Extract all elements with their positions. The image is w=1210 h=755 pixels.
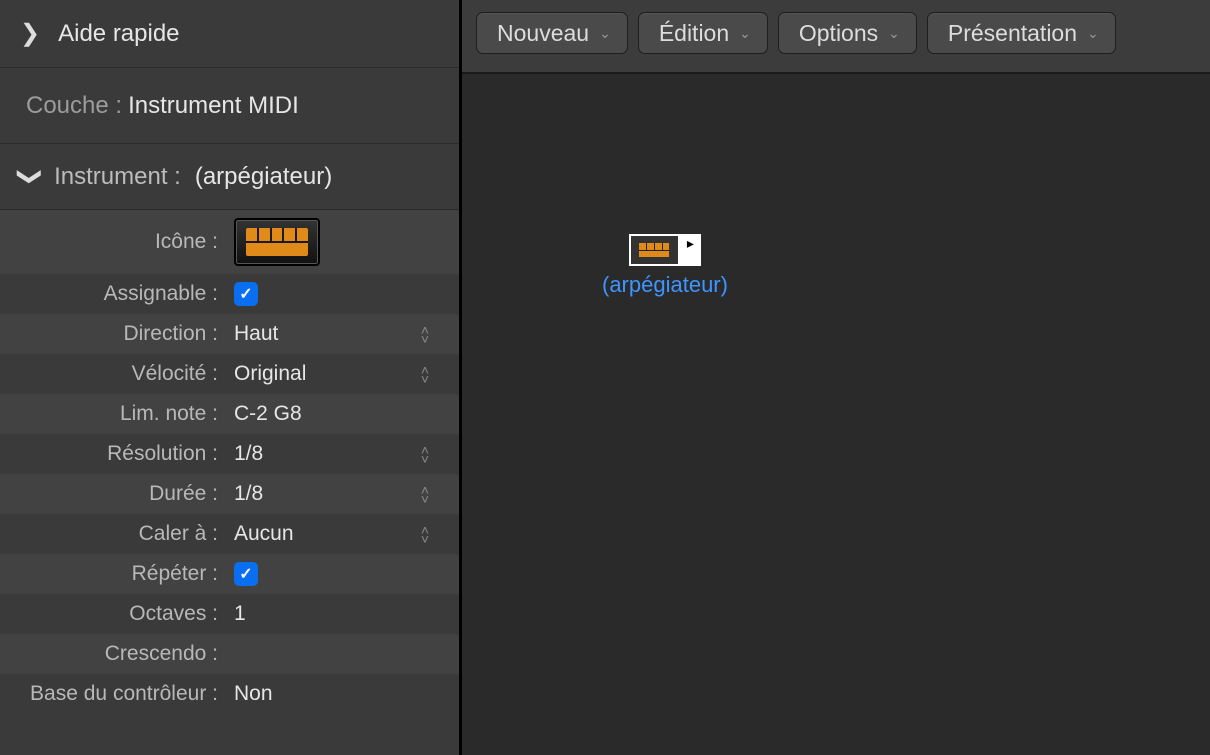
prop-icon-row: Icône : bbox=[0, 210, 459, 274]
environment-canvas[interactable]: ▸ (arpégiateur) bbox=[462, 74, 1210, 755]
prop-velocity-value[interactable]: Original ˄˅ bbox=[226, 354, 459, 394]
prop-assignable-label: Assignable : bbox=[0, 282, 226, 306]
chevron-down-icon: ⌄ bbox=[1087, 25, 1099, 42]
prop-resolution-row: Résolution : 1/8 ˄˅ bbox=[0, 434, 459, 474]
instrument-label: Instrument : bbox=[54, 163, 181, 191]
view-menu-button[interactable]: Présentation⌄ bbox=[927, 12, 1116, 54]
layer-label: Couche : bbox=[26, 92, 122, 120]
prop-resolution-label: Résolution : bbox=[0, 442, 226, 466]
quick-help-header[interactable]: ❯ Aide rapide bbox=[0, 0, 459, 68]
chevron-down-icon: ⌄ bbox=[888, 25, 900, 42]
options-menu-button[interactable]: Options⌄ bbox=[778, 12, 917, 54]
prop-limnote-row: Lim. note : C-2 G8 bbox=[0, 394, 459, 434]
prop-ctrlbase-row: Base du contrôleur : Non bbox=[0, 674, 459, 714]
prop-direction-label: Direction : bbox=[0, 322, 226, 346]
quick-help-title: Aide rapide bbox=[58, 20, 179, 48]
node-box[interactable]: ▸ bbox=[629, 234, 701, 266]
prop-ctrlbase-value[interactable]: Non bbox=[226, 674, 459, 714]
prop-velocity-label: Vélocité : bbox=[0, 362, 226, 386]
layer-row: Couche : Instrument MIDI bbox=[0, 68, 459, 144]
flag-icon: ▸ bbox=[680, 234, 701, 266]
environment-toolbar: Nouveau⌄ Édition⌄ Options⌄ Présentation⌄ bbox=[462, 0, 1210, 74]
main-area: Nouveau⌄ Édition⌄ Options⌄ Présentation⌄… bbox=[462, 0, 1210, 755]
repeat-checkbox[interactable] bbox=[234, 562, 258, 586]
prop-duration-value[interactable]: 1/8 ˄˅ bbox=[226, 474, 459, 514]
prop-octaves-value[interactable]: 1 bbox=[226, 594, 459, 634]
prop-octaves-label: Octaves : bbox=[0, 602, 226, 626]
chevron-down-icon: ❯ bbox=[16, 166, 45, 186]
stepper-icon[interactable]: ˄˅ bbox=[421, 526, 429, 543]
keyboard-icon[interactable] bbox=[234, 218, 320, 266]
edit-menu-button[interactable]: Édition⌄ bbox=[638, 12, 768, 54]
prop-icon-label: Icône : bbox=[0, 230, 226, 254]
stepper-icon[interactable]: ˄˅ bbox=[421, 366, 429, 383]
keyboard-icon bbox=[629, 234, 680, 266]
prop-crescendo-value[interactable] bbox=[226, 634, 459, 674]
prop-limnote-value[interactable]: C-2 G8 bbox=[226, 394, 459, 434]
arpeggiator-node[interactable]: ▸ (arpégiateur) bbox=[602, 234, 728, 298]
instrument-value: (arpégiateur) bbox=[195, 163, 332, 191]
prop-crescendo-label: Crescendo : bbox=[0, 642, 226, 666]
prop-snap-row: Caler à : Aucun ˄˅ bbox=[0, 514, 459, 554]
prop-icon-value[interactable] bbox=[226, 210, 459, 274]
inspector-sidebar: ❯ Aide rapide Couche : Instrument MIDI ❯… bbox=[0, 0, 462, 755]
layer-value: Instrument MIDI bbox=[128, 92, 299, 120]
prop-resolution-value[interactable]: 1/8 ˄˅ bbox=[226, 434, 459, 474]
instrument-row[interactable]: ❯ Instrument : (arpégiateur) bbox=[0, 144, 459, 210]
chevron-right-icon: ❯ bbox=[20, 19, 40, 48]
prop-snap-value[interactable]: Aucun ˄˅ bbox=[226, 514, 459, 554]
prop-repeat-label: Répéter : bbox=[0, 562, 226, 586]
chevron-down-icon: ⌄ bbox=[599, 25, 611, 42]
prop-ctrlbase-label: Base du contrôleur : bbox=[0, 682, 226, 706]
node-label[interactable]: (arpégiateur) bbox=[602, 272, 728, 298]
chevron-down-icon: ⌄ bbox=[739, 25, 751, 42]
prop-limnote-label: Lim. note : bbox=[0, 402, 226, 426]
prop-duration-label: Durée : bbox=[0, 482, 226, 506]
prop-direction-row: Direction : Haut ˄˅ bbox=[0, 314, 459, 354]
stepper-icon[interactable]: ˄˅ bbox=[421, 486, 429, 503]
prop-snap-label: Caler à : bbox=[0, 522, 226, 546]
prop-velocity-row: Vélocité : Original ˄˅ bbox=[0, 354, 459, 394]
stepper-icon[interactable]: ˄˅ bbox=[421, 446, 429, 463]
prop-repeat-row: Répéter : bbox=[0, 554, 459, 594]
prop-assignable-row: Assignable : bbox=[0, 274, 459, 314]
prop-duration-row: Durée : 1/8 ˄˅ bbox=[0, 474, 459, 514]
prop-direction-value[interactable]: Haut ˄˅ bbox=[226, 314, 459, 354]
prop-crescendo-row: Crescendo : bbox=[0, 634, 459, 674]
stepper-icon[interactable]: ˄˅ bbox=[421, 326, 429, 343]
properties-panel: Icône : Assignable : Direction : Haut ˄˅… bbox=[0, 210, 459, 755]
prop-octaves-row: Octaves : 1 bbox=[0, 594, 459, 634]
assignable-checkbox[interactable] bbox=[234, 282, 258, 306]
new-menu-button[interactable]: Nouveau⌄ bbox=[476, 12, 628, 54]
